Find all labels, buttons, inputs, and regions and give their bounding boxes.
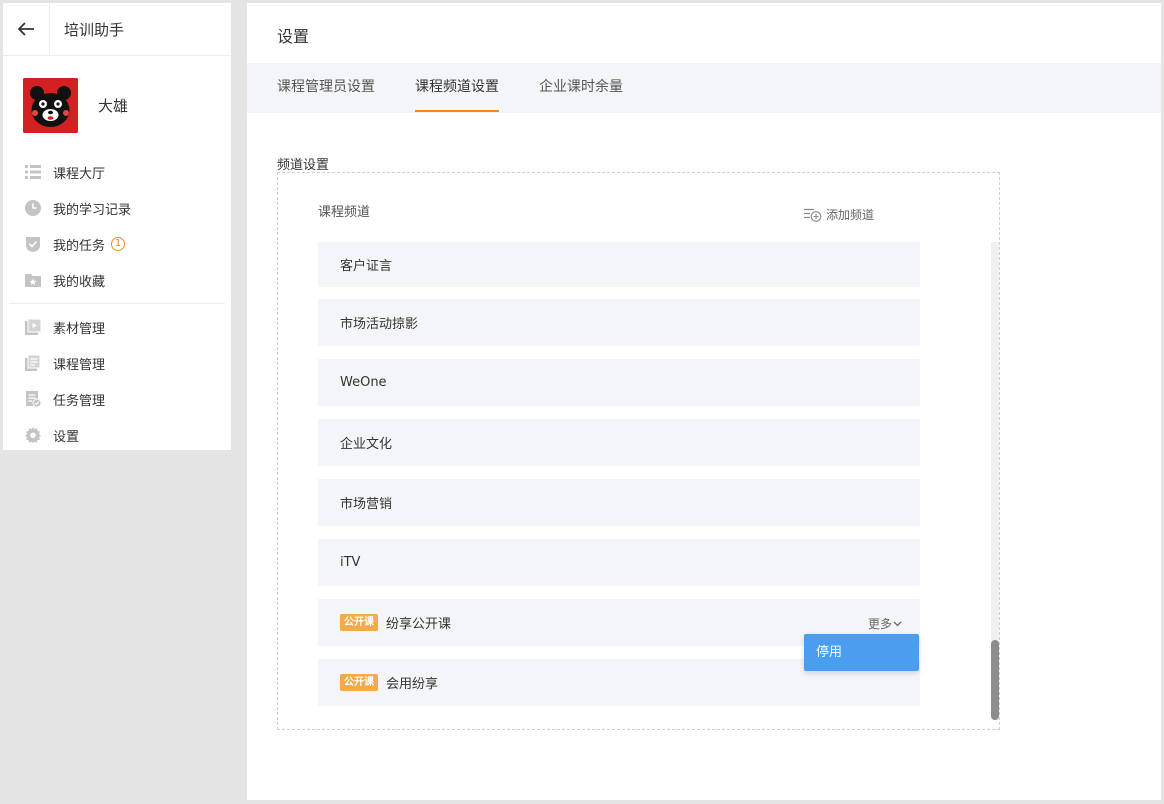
section-label: 频道设置 [277, 158, 330, 173]
task-count-badge: 1 [111, 237, 126, 251]
sidebar-item-course-manage[interactable]: 课程管理 [3, 345, 231, 381]
tab-course-admin-settings[interactable]: 课程管理员设置 [277, 63, 375, 113]
sidebar-item-label: 我的学习记录 [53, 202, 132, 218]
app-title: 培训助手 [64, 20, 125, 39]
task-doc-icon [24, 390, 42, 408]
channel-name: 纷享公开课 [386, 617, 452, 632]
chevron-down-icon [893, 621, 902, 626]
bear-avatar-icon [23, 77, 78, 133]
profile: 大雄 [3, 56, 231, 154]
sidebar-item-label: 任务管理 [53, 393, 106, 409]
shield-check-icon [24, 235, 42, 253]
sidebar-item-course-hall[interactable]: 课程大厅 [3, 154, 231, 190]
sidebar-item-study-record[interactable]: 我的学习记录 [3, 190, 231, 226]
sidebar-item-favorites[interactable]: 我的收藏 [3, 262, 231, 298]
add-list-icon [804, 208, 822, 222]
sidebar-item-label: 素材管理 [53, 321, 106, 337]
sidebar-divider [9, 303, 225, 304]
sidebar-item-materials[interactable]: 素材管理 [3, 309, 231, 345]
sidebar-item-label: 我的收藏 [53, 274, 106, 290]
channel-row[interactable]: iTV [318, 539, 920, 586]
more-button[interactable]: 更多 [868, 615, 902, 632]
channel-name: WeOne [340, 375, 387, 390]
more-dropdown-menu: 停用 [804, 634, 919, 671]
sidebar-item-my-tasks[interactable]: 我的任务 1 [3, 226, 231, 262]
sidebar-header: 培训助手 [3, 2, 231, 56]
channel-name: 企业文化 [340, 437, 393, 452]
avatar[interactable] [23, 77, 78, 133]
channel-row[interactable]: 市场活动掠影 [318, 299, 920, 346]
scrollbar-track[interactable] [991, 242, 999, 720]
public-course-tag: 公开课 [340, 614, 378, 631]
channel-name: 市场活动掠影 [340, 317, 419, 332]
tab-enterprise-hours[interactable]: 企业课时余量 [539, 63, 623, 113]
page-title: 设置 [277, 27, 310, 46]
channel-name: 客户证言 [340, 259, 393, 274]
tab-course-channel-settings[interactable]: 课程频道设置 [415, 63, 499, 113]
clock-icon [24, 199, 42, 217]
add-channel-button[interactable]: 添加频道 [804, 206, 874, 223]
arrow-left-icon [17, 22, 34, 36]
scrollbar-thumb[interactable] [991, 640, 999, 720]
folder-star-icon [24, 271, 42, 289]
document-icon [24, 354, 42, 372]
channel-row[interactable]: 客户证言 [318, 242, 920, 287]
sidebar-item-task-manage[interactable]: 任务管理 [3, 381, 231, 417]
video-icon [24, 318, 42, 336]
back-button[interactable] [3, 2, 50, 56]
channel-row[interactable]: 企业文化 [318, 419, 920, 466]
main-panel: 设置 课程管理员设置 课程频道设置 企业课时余量 频道设置 课程频道 添加频道 … [247, 3, 1161, 800]
sidebar: 培训助手 大雄 课程大厅 我的学习记录 我的任务 1 我的收藏 素材管理 课程管… [3, 2, 231, 453]
sidebar-item-settings[interactable]: 设置 [3, 417, 231, 453]
channel-name: iTV [340, 555, 361, 570]
tab-bar: 课程管理员设置 课程频道设置 企业课时余量 [247, 63, 1161, 113]
username: 大雄 [98, 96, 129, 115]
sidebar-item-label: 设置 [53, 429, 80, 445]
gear-icon [24, 426, 42, 444]
more-label: 更多 [867, 617, 892, 631]
sidebar-item-label: 课程大厅 [53, 166, 106, 182]
sidebar-item-label: 课程管理 [53, 357, 106, 373]
channel-box: 课程频道 添加频道 客户证言 市场活动掠影 WeOne 企业文化 市场营销 iT… [277, 172, 1000, 730]
sidebar-item-label: 我的任务 [53, 238, 106, 254]
disable-menu-item[interactable]: 停用 [804, 634, 919, 671]
channel-list-label: 课程频道 [318, 205, 371, 220]
channel-row[interactable]: WeOne [318, 359, 920, 406]
add-channel-label: 添加频道 [826, 208, 875, 222]
channel-name: 市场营销 [340, 497, 393, 512]
list-icon [24, 163, 42, 181]
channel-row[interactable]: 市场营销 [318, 479, 920, 526]
public-course-tag: 公开课 [340, 674, 378, 691]
channel-name: 会用纷享 [386, 677, 439, 692]
